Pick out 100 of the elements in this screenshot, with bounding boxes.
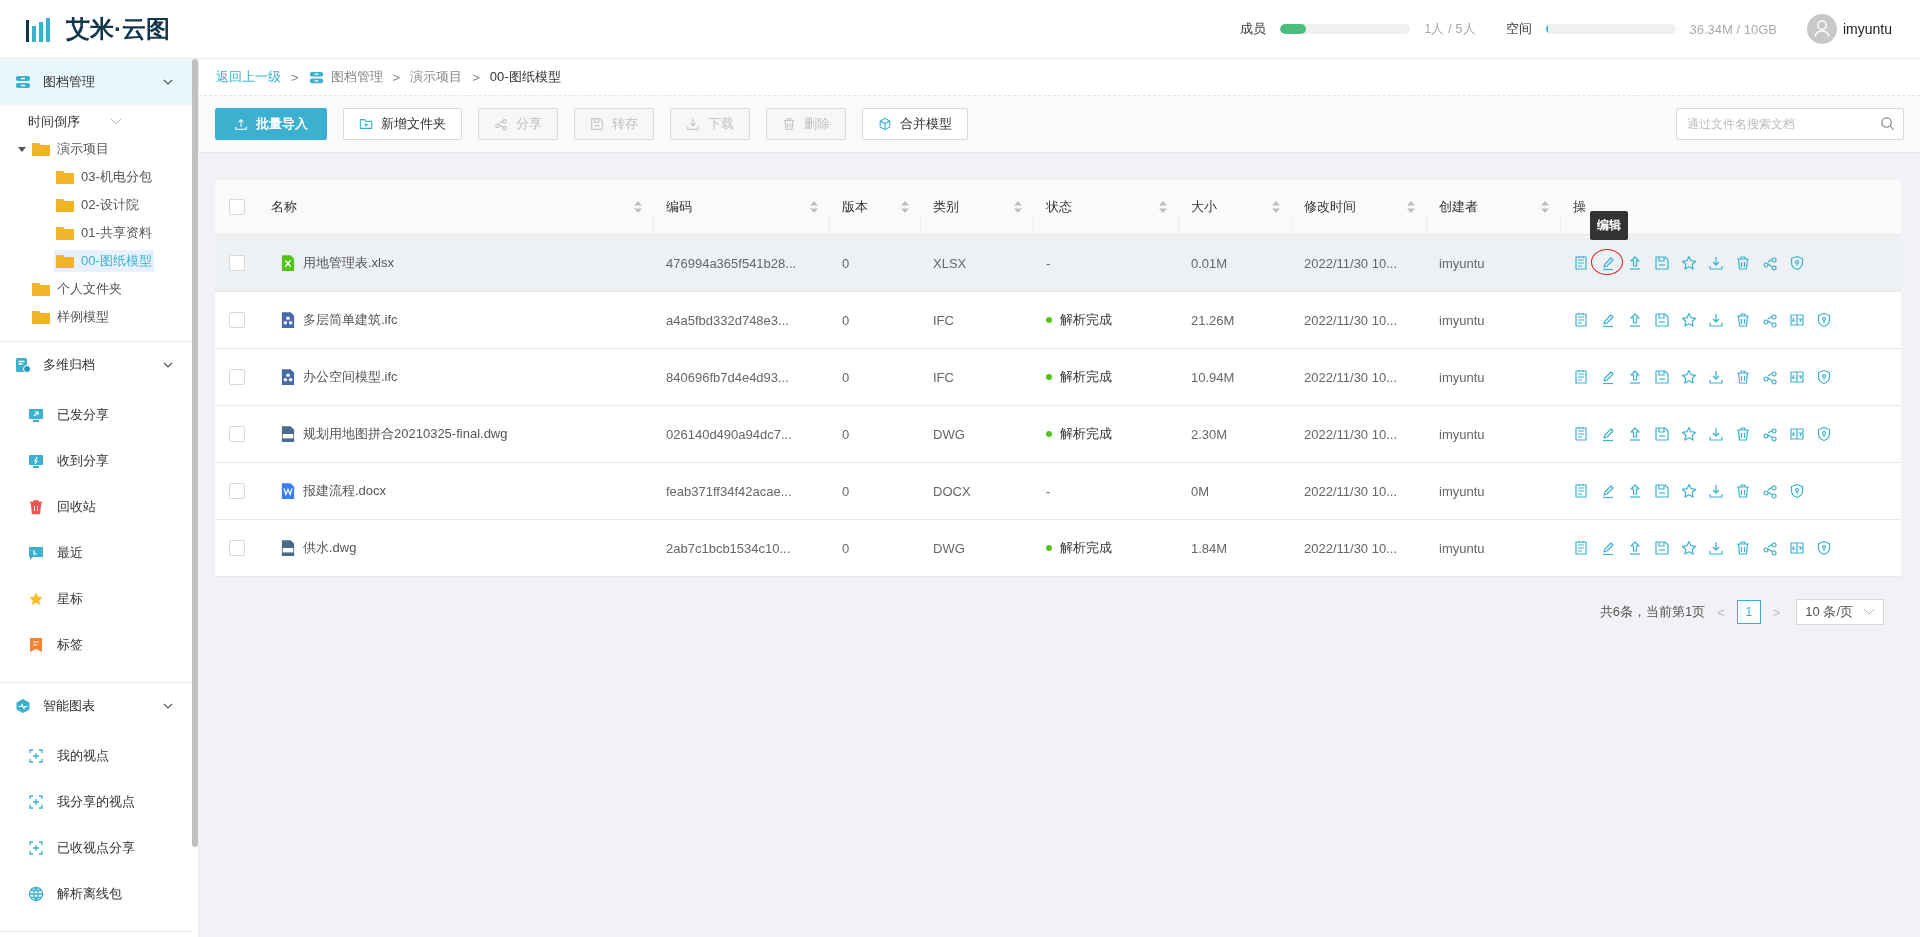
page-size-dropdown[interactable]: 10 条/页 bbox=[1796, 599, 1884, 625]
share-icon[interactable] bbox=[1762, 483, 1778, 499]
checkbox[interactable] bbox=[229, 483, 245, 499]
checkbox[interactable] bbox=[229, 312, 245, 328]
save-icon[interactable] bbox=[1654, 369, 1670, 385]
sort-icon[interactable] bbox=[1272, 201, 1280, 213]
trash-icon[interactable] bbox=[1735, 369, 1751, 385]
sidebar-section-header[interactable]: 多维归档 bbox=[0, 342, 192, 388]
file-name[interactable]: 供水.dwg bbox=[303, 539, 357, 557]
sidebar-item[interactable]: 星标 bbox=[0, 576, 192, 622]
transfer-icon[interactable] bbox=[1789, 540, 1805, 556]
trash-icon[interactable] bbox=[1735, 483, 1751, 499]
upload-icon[interactable] bbox=[1627, 483, 1643, 499]
star-icon[interactable] bbox=[1681, 369, 1697, 385]
trash-icon[interactable] bbox=[1735, 255, 1751, 271]
shield-icon[interactable] bbox=[1789, 483, 1805, 499]
clipboard-icon[interactable] bbox=[1573, 426, 1589, 442]
checkbox[interactable] bbox=[229, 255, 245, 271]
star-icon[interactable] bbox=[1681, 426, 1697, 442]
transfer-icon[interactable] bbox=[1789, 312, 1805, 328]
search-field[interactable]: 通过文件名搜索文档 bbox=[1676, 108, 1904, 140]
share-icon[interactable] bbox=[1762, 426, 1778, 442]
trash-icon[interactable] bbox=[1735, 540, 1751, 556]
breadcrumb-item[interactable]: 图档管理 bbox=[308, 68, 383, 86]
download-icon[interactable] bbox=[1708, 369, 1724, 385]
download-icon[interactable] bbox=[1708, 540, 1724, 556]
share-icon[interactable] bbox=[1762, 369, 1778, 385]
save-icon[interactable] bbox=[1654, 312, 1670, 328]
sort-icon[interactable] bbox=[1541, 201, 1549, 213]
file-name[interactable]: 报建流程.docx bbox=[303, 482, 387, 500]
share-icon[interactable] bbox=[1762, 312, 1778, 328]
breadcrumb-item[interactable]: 00-图纸模型 bbox=[489, 68, 561, 86]
sidebar-item[interactable]: 回收站 bbox=[0, 484, 192, 530]
toolbar-button[interactable]: 合并模型 bbox=[862, 108, 968, 140]
upload-icon[interactable] bbox=[1627, 255, 1643, 271]
checkbox[interactable] bbox=[229, 369, 245, 385]
download-icon[interactable] bbox=[1708, 255, 1724, 271]
share-icon[interactable] bbox=[1762, 255, 1778, 271]
clipboard-icon[interactable] bbox=[1573, 483, 1589, 499]
file-name[interactable]: 规划用地图拼合20210325-final.dwg bbox=[303, 425, 508, 443]
save-icon[interactable] bbox=[1654, 483, 1670, 499]
star-icon[interactable] bbox=[1681, 255, 1697, 271]
save-icon[interactable] bbox=[1654, 255, 1670, 271]
file-name[interactable]: 办公空间模型.ifc bbox=[303, 368, 398, 386]
sidebar-item[interactable]: 解析离线包 bbox=[0, 871, 192, 917]
sidebar-item[interactable]: 收到分享 bbox=[0, 438, 192, 484]
sidebar-item[interactable]: 已收视点分享 bbox=[0, 825, 192, 871]
upload-icon[interactable] bbox=[1627, 540, 1643, 556]
pencil-icon[interactable] bbox=[1600, 369, 1616, 385]
shield-icon[interactable] bbox=[1816, 312, 1832, 328]
checkbox[interactable] bbox=[229, 540, 245, 556]
pencil-icon[interactable] bbox=[1600, 483, 1616, 499]
shield-icon[interactable] bbox=[1816, 426, 1832, 442]
sidebar-item[interactable]: 标签 bbox=[0, 622, 192, 668]
save-icon[interactable] bbox=[1654, 540, 1670, 556]
sidebar-section-header[interactable]: 图档管理 bbox=[0, 59, 192, 105]
folder-item[interactable]: 02-设计院 bbox=[54, 194, 141, 216]
folder-item[interactable]: 样例模型 bbox=[30, 306, 111, 328]
file-name[interactable]: 用地管理表.xlsx bbox=[303, 254, 394, 272]
star-icon[interactable] bbox=[1681, 312, 1697, 328]
caret-icon[interactable] bbox=[18, 145, 26, 153]
download-icon[interactable] bbox=[1708, 426, 1724, 442]
shield-icon[interactable] bbox=[1816, 369, 1832, 385]
sort-dropdown[interactable]: 时间倒序 bbox=[28, 113, 122, 131]
clipboard-icon[interactable] bbox=[1573, 312, 1589, 328]
sort-icon[interactable] bbox=[1159, 201, 1167, 213]
pencil-icon[interactable] bbox=[1600, 312, 1616, 328]
download-icon[interactable] bbox=[1708, 312, 1724, 328]
toolbar-button[interactable]: 新增文件夹 bbox=[343, 108, 462, 140]
user-name[interactable]: imyuntu bbox=[1842, 21, 1892, 37]
sidebar-section-header[interactable]: 智能图表 bbox=[0, 683, 192, 729]
checkbox[interactable] bbox=[229, 426, 245, 442]
pencil-icon[interactable] bbox=[1600, 255, 1616, 271]
sort-icon[interactable] bbox=[634, 201, 642, 213]
transfer-icon[interactable] bbox=[1789, 426, 1805, 442]
shield-icon[interactable] bbox=[1816, 540, 1832, 556]
folder-item[interactable]: 演示项目 bbox=[30, 138, 111, 160]
clipboard-icon[interactable] bbox=[1573, 369, 1589, 385]
sidebar-item[interactable]: 最近 bbox=[0, 530, 192, 576]
file-name[interactable]: 多层简单建筑.ifc bbox=[303, 311, 398, 329]
pencil-icon[interactable] bbox=[1600, 426, 1616, 442]
clipboard-icon[interactable] bbox=[1573, 255, 1589, 271]
sort-icon[interactable] bbox=[901, 201, 909, 213]
sidebar-item[interactable]: 我的视点 bbox=[0, 733, 192, 779]
upload-icon[interactable] bbox=[1627, 312, 1643, 328]
sidebar-item[interactable]: 我分享的视点 bbox=[0, 779, 192, 825]
sort-icon[interactable] bbox=[1014, 201, 1022, 213]
download-icon[interactable] bbox=[1708, 483, 1724, 499]
transfer-icon[interactable] bbox=[1789, 369, 1805, 385]
sort-icon[interactable] bbox=[1407, 201, 1415, 213]
save-icon[interactable] bbox=[1654, 426, 1670, 442]
share-icon[interactable] bbox=[1762, 540, 1778, 556]
sort-icon[interactable] bbox=[810, 201, 818, 213]
folder-item[interactable]: 01-共享资料 bbox=[54, 222, 154, 244]
folder-item[interactable]: 03-机电分包 bbox=[54, 166, 154, 188]
checkbox[interactable] bbox=[229, 199, 245, 215]
folder-item[interactable]: 个人文件夹 bbox=[30, 278, 124, 300]
trash-icon[interactable] bbox=[1735, 312, 1751, 328]
trash-icon[interactable] bbox=[1735, 426, 1751, 442]
clipboard-icon[interactable] bbox=[1573, 540, 1589, 556]
